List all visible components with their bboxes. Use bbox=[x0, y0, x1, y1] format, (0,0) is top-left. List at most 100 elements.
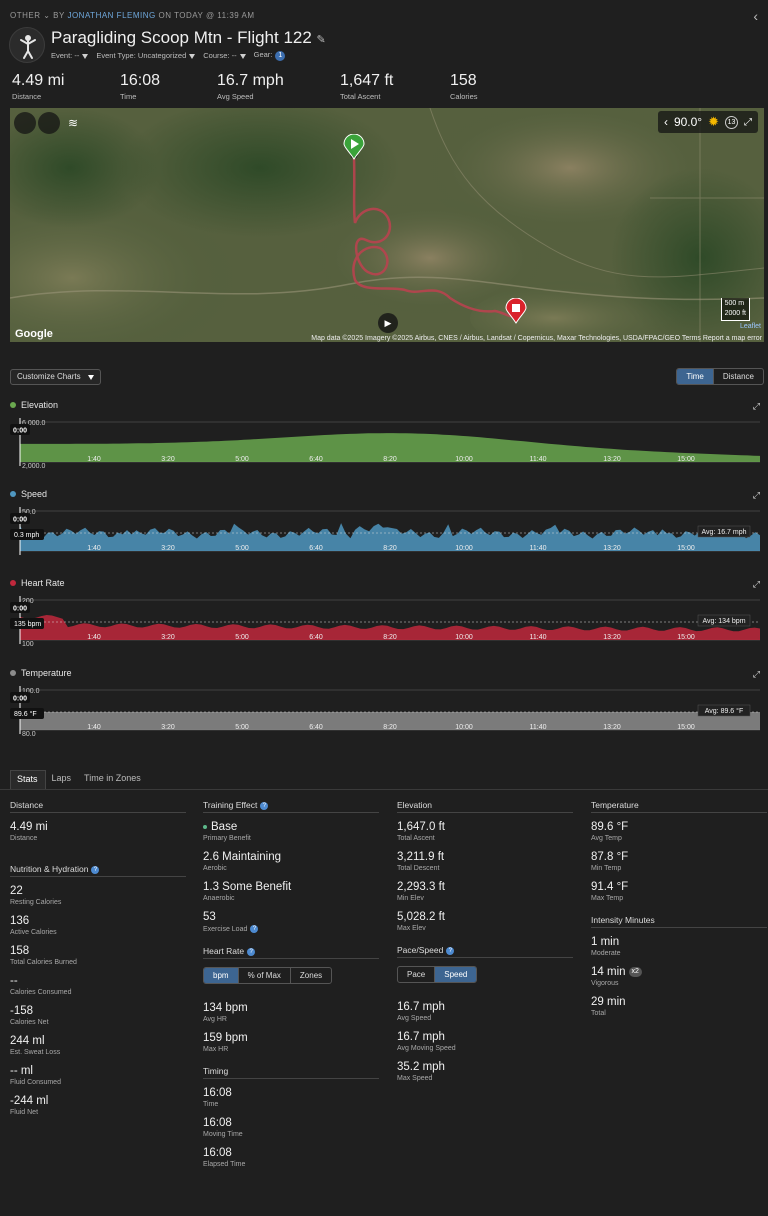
temperature-chart[interactable]: 100.0 80.0 1:40 3:20 5:00 6:40 8:20 10:00 11:40 1… bbox=[0, 682, 768, 742]
summary-value: 16:08 bbox=[120, 72, 161, 89]
elevation-chart[interactable]: 6,000.0 2,000.0 1:40 3:20 5:00 6:40 8:20 10:00 1… bbox=[0, 414, 768, 474]
leaflet-link[interactable]: Leaflet bbox=[740, 323, 761, 330]
author-link[interactable]: JONATHAN FLEMING bbox=[67, 11, 155, 20]
activity-category[interactable]: OTHER bbox=[10, 11, 41, 20]
chart-title-temperature: Temperature bbox=[10, 668, 72, 678]
stat-moderate: 1 min Moderate bbox=[591, 936, 767, 957]
y-axis-min-label: 80.0 bbox=[22, 731, 36, 738]
gear-link[interactable]: Gear: 1 bbox=[254, 50, 286, 61]
stat-value: 1 min bbox=[591, 936, 620, 948]
expand-icon[interactable]: ⤢ bbox=[753, 401, 760, 412]
x-tick-label: 3:20 bbox=[161, 724, 175, 731]
event-select[interactable]: Event: -- bbox=[51, 51, 89, 60]
customize-charts-button[interactable]: Customize Charts bbox=[10, 369, 101, 385]
section-timing: Timing bbox=[203, 1066, 379, 1079]
map-attribution[interactable]: Map data ©2025 Imagery ©2025 Airbus, CNE… bbox=[311, 335, 762, 342]
tab-time-in-zones[interactable]: Time in Zones bbox=[78, 770, 148, 789]
event-label: Event: -- bbox=[51, 51, 80, 60]
section-training-effect: Training Effect? bbox=[203, 800, 379, 813]
stats-column-3: Elevation 1,647.0 ft Total Ascent 3,211.9… bbox=[397, 800, 573, 1091]
hr-zones-button[interactable]: Zones bbox=[291, 968, 331, 983]
stat-value: 16.7 mph bbox=[397, 1001, 445, 1013]
summary-time: 16:08 Time bbox=[120, 72, 160, 101]
stat-value: -- ml bbox=[10, 1065, 33, 1077]
expand-icon[interactable]: ⤢ bbox=[753, 490, 760, 501]
satellite-imagery[interactable] bbox=[10, 108, 764, 342]
stat-total-intensity: 29 min Total bbox=[591, 996, 767, 1017]
stat-max-elev: 5,028.2 ft Max Elev bbox=[397, 911, 573, 932]
summary-avg-speed: 16.7 mph Avg Speed bbox=[217, 72, 284, 101]
stat-calories-consumed: -- Calories Consumed bbox=[10, 975, 186, 996]
x-tick-label: 6:40 bbox=[309, 634, 323, 641]
stat-aerobic: 2.6 Maintaining Aerobic bbox=[203, 851, 379, 872]
pace-speed-toggle[interactable]: Pace Speed bbox=[397, 966, 478, 983]
stat-avg-moving-speed: 16.7 mph Avg Moving Speed bbox=[397, 1031, 573, 1052]
summary-label: Distance bbox=[12, 92, 42, 101]
expand-icon[interactable]: ⤢ bbox=[753, 579, 760, 590]
stats-tabs: Stats Laps Time in Zones bbox=[10, 770, 148, 789]
summary-label: Avg Speed bbox=[217, 92, 254, 101]
speed-button[interactable]: Speed bbox=[435, 967, 477, 982]
heart-rate-unit-toggle[interactable]: bpm % of Max Zones bbox=[203, 967, 333, 984]
course-select[interactable]: Course: -- bbox=[203, 51, 246, 60]
tab-stats[interactable]: Stats bbox=[10, 770, 46, 789]
stat-value: 16:08 bbox=[203, 1147, 232, 1159]
axis-distance-button[interactable]: Distance bbox=[714, 369, 763, 384]
caret-down-icon bbox=[189, 53, 196, 59]
expand-icon[interactable]: ⤢ bbox=[744, 117, 752, 128]
caret-down-icon bbox=[82, 53, 89, 59]
info-icon[interactable]: ? bbox=[91, 865, 100, 874]
x-tick-label: 5:00 bbox=[235, 724, 249, 731]
chevron-left-icon[interactable]: ‹ bbox=[753, 8, 758, 24]
stat-value: 244 ml bbox=[10, 1035, 45, 1047]
x-tick-label: 11:40 bbox=[530, 634, 547, 641]
x-tick-label: 8:20 bbox=[383, 634, 397, 641]
edit-pencil-icon[interactable]: ✎ bbox=[317, 34, 326, 46]
x-tick-label: 13:20 bbox=[603, 724, 621, 731]
customize-charts-label: Customize Charts bbox=[17, 372, 81, 381]
end-marker-icon[interactable] bbox=[505, 298, 527, 324]
event-type-select[interactable]: Event Type: Uncategorized bbox=[96, 51, 196, 60]
stat-value: 14 min bbox=[591, 966, 626, 978]
layers-icon[interactable]: ≋ bbox=[62, 112, 84, 134]
map-zoom-button[interactable] bbox=[14, 112, 36, 134]
start-marker-icon[interactable] bbox=[343, 134, 365, 160]
map-fullscreen-button[interactable] bbox=[38, 112, 60, 134]
stat-value: 1.3 Some Benefit bbox=[203, 881, 292, 893]
x-tick-label: 13:20 bbox=[603, 456, 621, 463]
pace-button[interactable]: Pace bbox=[398, 967, 436, 982]
activity-map[interactable]: ≋ ▶ ‹ 90.0° ✹ 13 ⤢ 500 m 2000 ft Leaflet… bbox=[10, 108, 764, 342]
stat-label: Primary Benefit bbox=[203, 835, 251, 842]
info-icon[interactable]: ? bbox=[247, 947, 256, 956]
stat-value: 4.49 mi bbox=[10, 821, 48, 833]
weather-widget[interactable]: ‹ 90.0° ✹ 13 ⤢ bbox=[657, 111, 758, 133]
stat-min-elev: 2,293.3 ft Min Elev bbox=[397, 881, 573, 902]
stat-anaerobic: 1.3 Some Benefit Anaerobic bbox=[203, 881, 379, 902]
stat-value: 16:08 bbox=[203, 1117, 232, 1129]
info-icon[interactable]: ? bbox=[260, 801, 269, 810]
info-icon[interactable]: ? bbox=[250, 925, 259, 933]
axis-time-button[interactable]: Time bbox=[677, 369, 714, 384]
y-axis-min-label: 2,000.0 bbox=[22, 463, 45, 470]
hr-bpm-button[interactable]: bpm bbox=[204, 968, 239, 983]
stat-value: 158 bbox=[10, 945, 30, 957]
gear-count-badge: 1 bbox=[275, 51, 286, 61]
chevron-left-icon[interactable]: ‹ bbox=[664, 115, 668, 129]
play-icon[interactable]: ▶ bbox=[378, 313, 398, 333]
y-axis-min-label: 100 bbox=[22, 641, 34, 648]
expand-icon[interactable]: ⤢ bbox=[753, 669, 760, 680]
chevron-down-icon[interactable]: ⌄ bbox=[43, 11, 50, 20]
activity-title[interactable]: Paragliding Scoop Mtn - Flight 122 ✎ bbox=[51, 28, 326, 48]
stat-value: 16:08 bbox=[203, 1087, 232, 1099]
chart-axis-toggle[interactable]: Time Distance bbox=[676, 368, 764, 385]
stat-primary-benefit: Base Primary Benefit bbox=[203, 821, 379, 842]
summary-total-ascent: 1,647 ft Total Ascent bbox=[340, 72, 393, 101]
speed-chart[interactable]: 50.0 1:40 3:20 5:00 6:40 8:20 10:00 11:40 13:20 1… bbox=[0, 503, 768, 563]
info-icon[interactable]: ? bbox=[446, 946, 455, 955]
stat-label: Moving Time bbox=[203, 1131, 243, 1138]
tab-laps[interactable]: Laps bbox=[46, 770, 79, 789]
hr-percent-max-button[interactable]: % of Max bbox=[239, 968, 291, 983]
stat-value: 5,028.2 ft bbox=[397, 911, 445, 923]
stat-label: Max Speed bbox=[397, 1075, 433, 1082]
heart-rate-chart[interactable]: 200 100 1:40 3:20 5:00 6:40 8:20 10:00 11:40 13:2… bbox=[0, 592, 768, 652]
